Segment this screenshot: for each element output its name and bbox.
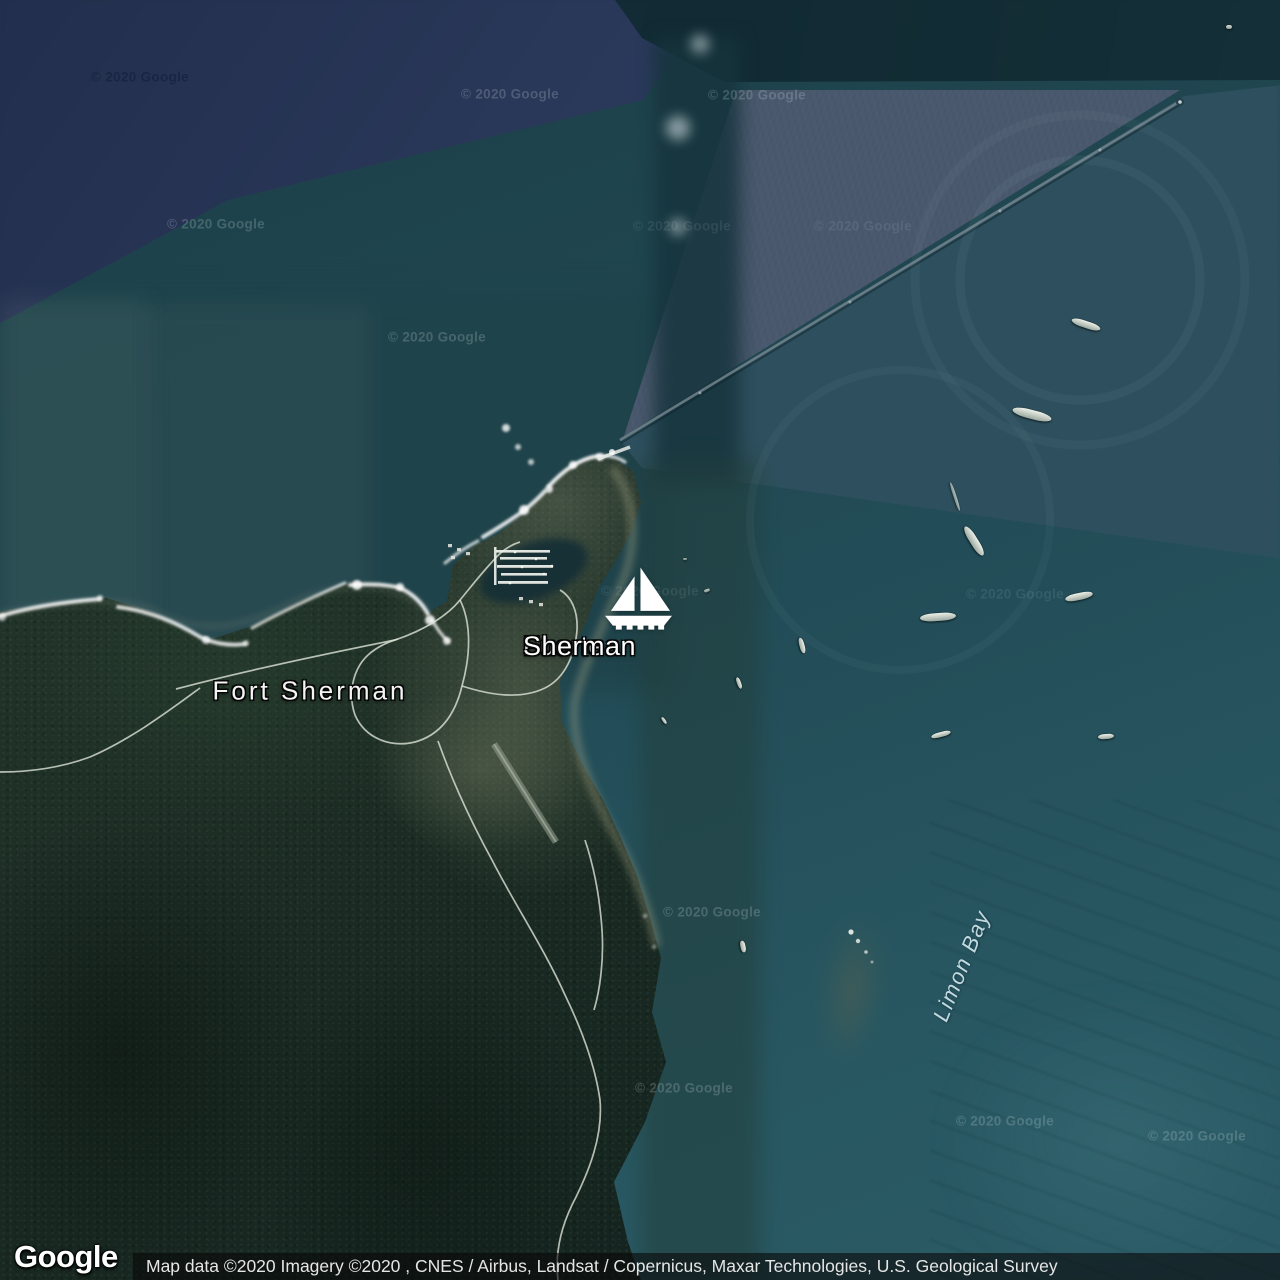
copyright-watermark: © 2020 Google bbox=[167, 216, 265, 232]
copyright-watermark: © 2020 Google bbox=[956, 1113, 1054, 1129]
copyright-watermark: © 2020 Google bbox=[1148, 1128, 1246, 1144]
copyright-watermark: © 2020 Google bbox=[663, 904, 761, 920]
copyright-watermark: © 2020 Google bbox=[635, 1080, 733, 1096]
place-label-fort-sherman: Fort Sherman bbox=[212, 675, 408, 706]
google-logo[interactable]: Google bbox=[14, 1239, 118, 1275]
copyright-watermark: © 2020 Google bbox=[388, 329, 486, 345]
satellite-map-canvas[interactable]: © 2020 Google © 2020 Google © 2020 Google ©… bbox=[0, 0, 1280, 1280]
copyright-watermark: © 2020 Google bbox=[633, 218, 731, 234]
copyright-watermark: © 2020 Google bbox=[461, 86, 559, 102]
copyright-watermark: © 2020 Google bbox=[708, 87, 806, 103]
sailboat-marker-icon[interactable] bbox=[604, 565, 673, 637]
map-attribution: Map data ©2020 Imagery ©2020 , CNES / Ai… bbox=[133, 1253, 1280, 1280]
copyright-watermark: © 2020 Google bbox=[966, 586, 1064, 602]
watermark-layer: © 2020 Google © 2020 Google © 2020 Google ©… bbox=[0, 0, 1280, 1280]
copyright-watermark: © 2020 Google bbox=[814, 218, 912, 234]
copyright-watermark: © 2020 Google bbox=[91, 69, 189, 85]
